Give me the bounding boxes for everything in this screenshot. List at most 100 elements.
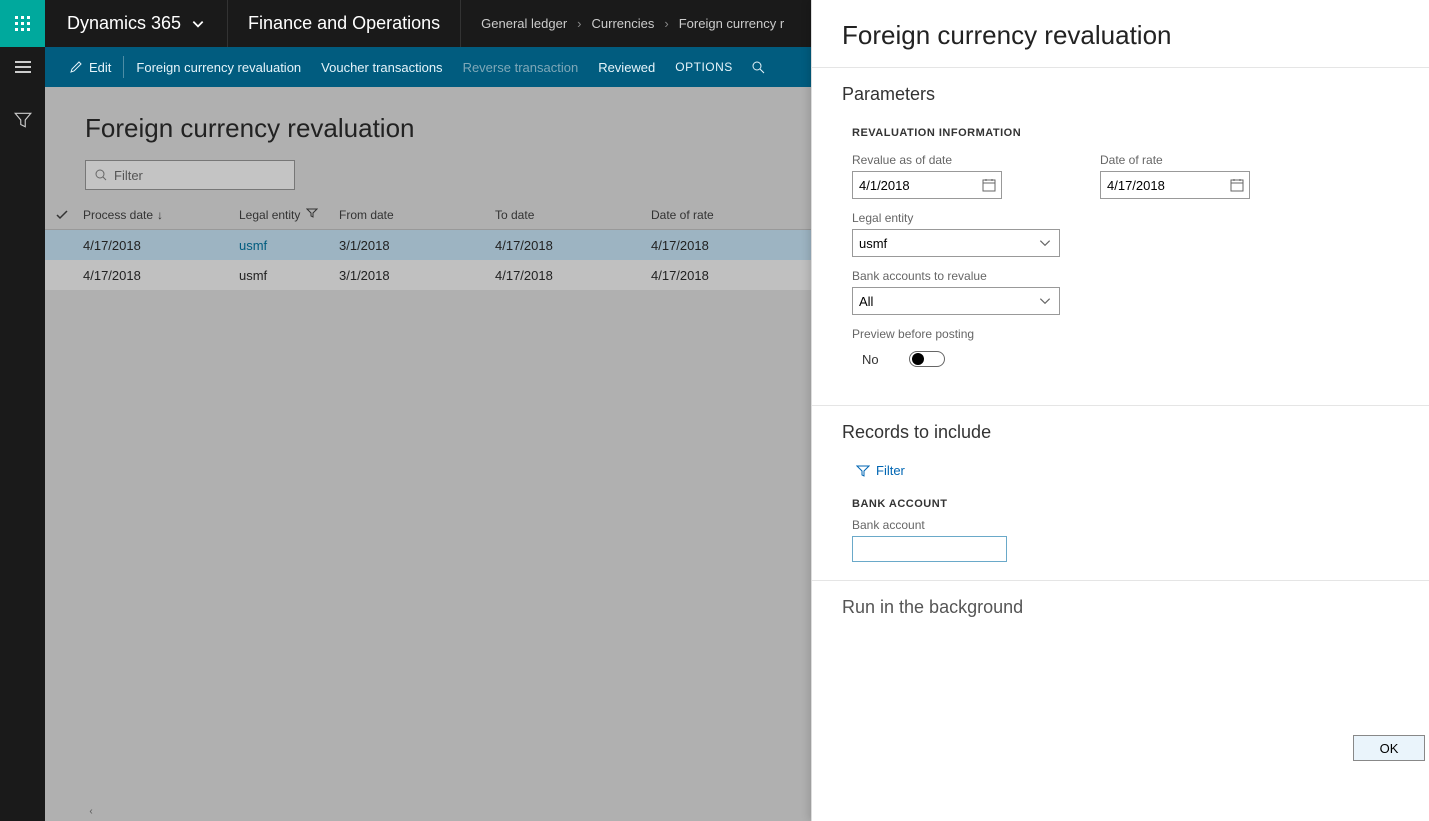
preview-label: Preview before posting [852,327,1399,341]
bank-account-label: Bank account [852,518,1399,532]
bank-account-group: BANK ACCOUNT [852,498,1399,510]
brand-dropdown[interactable]: Dynamics 365 [45,0,228,47]
reviewed-button[interactable]: Reviewed [588,47,665,87]
divider [812,405,1429,406]
parameters-section: Parameters [842,84,1399,105]
options-label: OPTIONS [675,60,733,74]
reverse-label: Reverse transaction [463,60,579,75]
date-of-rate-label: Date of rate [1100,153,1250,167]
table-row[interactable]: 4/17/2018 usmf 3/1/2018 4/17/2018 4/17/2… [45,230,811,260]
revalue-date-field: Revalue as of date [852,153,1002,199]
col-rate-header[interactable]: Date of rate [651,208,801,222]
divider [812,67,1429,68]
breadcrumb-item[interactable]: Currencies [592,16,655,31]
main-content: Foreign currency revaluation Filter Proc… [45,87,811,821]
app-title: Finance and Operations [228,0,461,47]
col-process-label: Process date [83,208,153,222]
grid-header: Process date ↓ Legal entity From date To … [45,200,811,230]
hamburger-button[interactable] [15,61,31,73]
bank-accounts-label: Bank accounts to revalue [852,269,1399,283]
app-title-label: Finance and Operations [248,13,440,34]
select-all-checkbox[interactable] [45,208,83,222]
bank-accounts-field: Bank accounts to revalue [852,269,1399,315]
cell-to: 4/17/2018 [495,238,651,253]
date-of-rate-field: Date of rate [1100,153,1250,199]
panel-footer: OK [842,727,1429,821]
left-rail [0,47,45,821]
ok-button[interactable]: OK [1353,735,1425,761]
cell-legal: usmf [239,268,339,283]
breadcrumb-item[interactable]: General ledger [481,16,567,31]
divider [812,580,1429,581]
slideout-panel: Foreign currency revaluation Parameters … [811,0,1429,821]
col-process-header[interactable]: Process date ↓ [83,208,239,222]
chevron-right-icon: › [577,16,581,31]
cell-from: 3/1/2018 [339,268,495,283]
search-icon [94,168,108,182]
filter-link-label: Filter [876,463,905,478]
bank-account-input[interactable] [852,536,1007,562]
bank-accounts-select[interactable] [852,287,1060,315]
filter-placeholder: Filter [114,168,143,183]
col-to-label: To date [495,208,534,222]
filter-icon[interactable] [14,111,32,129]
cell-rate: 4/17/2018 [651,238,801,253]
pencil-icon [69,60,83,74]
preview-field: Preview before posting No [852,327,1399,373]
revalue-date-input[interactable] [852,171,1002,199]
edit-button[interactable]: Edit [59,47,121,87]
chevron-down-icon[interactable] [1038,294,1052,308]
edit-label: Edit [89,60,111,75]
page-title: Foreign currency revaluation [45,107,811,160]
preview-toggle[interactable] [909,351,945,367]
separator [123,56,124,78]
waffle-icon [15,16,31,32]
revaluation-info-label: REVALUATION INFORMATION [852,127,1399,139]
search-icon [751,60,765,74]
fcr-label: Foreign currency revaluation [136,60,301,75]
run-background-section[interactable]: Run in the background [842,597,1399,618]
legal-entity-select[interactable] [852,229,1060,257]
horizontal-scrollbar[interactable]: ‹ [85,805,811,817]
legal-entity-field: Legal entity [852,211,1399,257]
col-legal-label: Legal entity [239,208,300,222]
cell-rate: 4/17/2018 [651,268,801,283]
legal-entity-label: Legal entity [852,211,1399,225]
fcr-button[interactable]: Foreign currency revaluation [126,47,311,87]
options-button[interactable]: OPTIONS [665,47,743,87]
cell-process: 4/17/2018 [83,238,239,253]
chevron-right-icon: › [664,16,668,31]
panel-title: Foreign currency revaluation [842,14,1399,67]
filter-input[interactable]: Filter [85,160,295,190]
data-grid: Process date ↓ Legal entity From date To … [45,200,811,290]
col-legal-header[interactable]: Legal entity [239,207,339,222]
records-section: Records to include [842,422,1399,443]
sort-down-icon: ↓ [157,208,163,222]
cell-process: 4/17/2018 [83,268,239,283]
chevron-down-icon [191,17,205,31]
search-button[interactable] [751,60,765,74]
cell-from: 3/1/2018 [339,238,495,253]
voucher-label: Voucher transactions [321,60,442,75]
reverse-button: Reverse transaction [453,47,589,87]
scroll-left-icon[interactable]: ‹ [85,805,97,817]
records-filter-link[interactable]: Filter [856,463,1399,478]
voucher-button[interactable]: Voucher transactions [311,47,452,87]
filter-icon [306,207,318,219]
revalue-date-label: Revalue as of date [852,153,1002,167]
chevron-down-icon[interactable] [1038,236,1052,250]
col-from-header[interactable]: From date [339,208,495,222]
app-launcher-button[interactable] [0,0,45,47]
breadcrumb: General ledger › Currencies › Foreign cu… [461,0,804,47]
brand-label: Dynamics 365 [67,13,181,34]
reviewed-label: Reviewed [598,60,655,75]
breadcrumb-item[interactable]: Foreign currency r [679,16,784,31]
date-of-rate-input[interactable] [1100,171,1250,199]
calendar-icon[interactable] [1230,178,1244,192]
table-row[interactable]: 4/17/2018 usmf 3/1/2018 4/17/2018 4/17/2… [45,260,811,290]
filter-icon [856,464,870,478]
col-to-header[interactable]: To date [495,208,651,222]
calendar-icon[interactable] [982,178,996,192]
cell-legal-link[interactable]: usmf [239,238,339,253]
preview-value: No [862,352,879,367]
